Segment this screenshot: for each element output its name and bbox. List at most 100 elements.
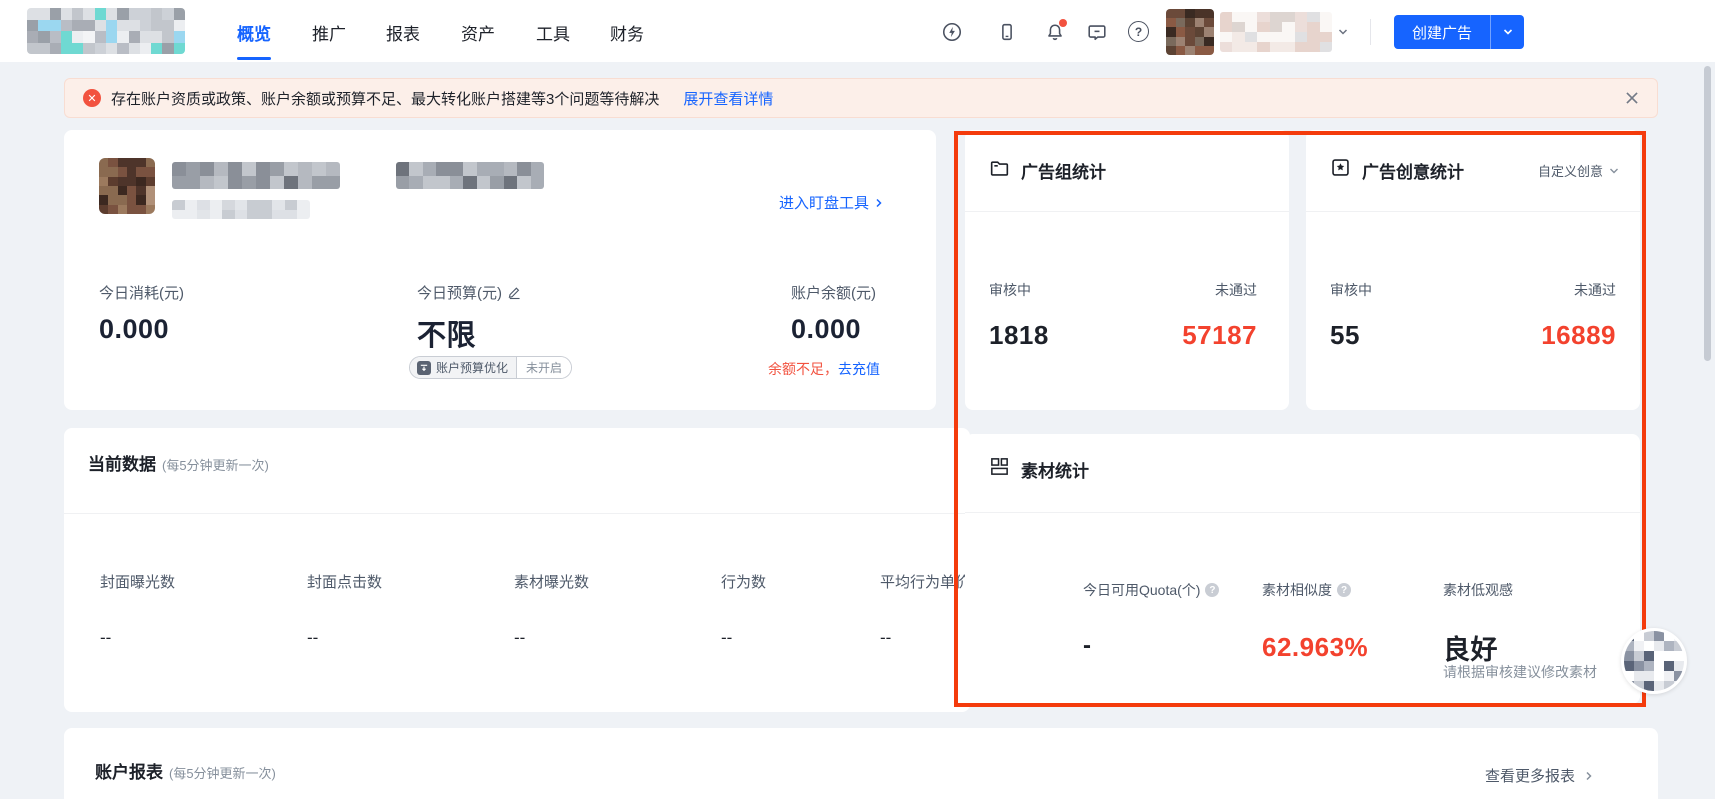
create-ad-dropdown-icon[interactable]: [1490, 15, 1524, 49]
brand-logo: [27, 8, 185, 54]
create-ad-button[interactable]: 创建广告: [1394, 15, 1524, 49]
account-chevron-down-icon[interactable]: [1337, 26, 1359, 48]
account-name-blurred: [172, 162, 340, 189]
folder-icon: [989, 158, 1010, 179]
creative-rejected-label: 未通过: [1574, 282, 1616, 298]
ad-group-reviewing-label: 审核中: [989, 282, 1031, 298]
account-report-subtitle: (每5分钟更新一次): [169, 766, 276, 781]
recharge-link[interactable]: 去充值: [838, 361, 880, 377]
ad-group-divider: [965, 211, 1289, 212]
edit-budget-icon[interactable]: [507, 285, 522, 300]
val-cover-clicks: --: [307, 628, 319, 647]
notification-bell-icon[interactable]: [1044, 19, 1067, 43]
val-avg-action-price: --: [880, 628, 892, 647]
current-data-divider: [64, 513, 970, 514]
create-ad-label[interactable]: 创建广告: [1394, 15, 1490, 49]
col-cover-impressions: 封面曝光数: [100, 574, 176, 591]
val-cover-impressions: --: [100, 628, 112, 647]
similarity-value: 62.963%: [1262, 632, 1369, 662]
more-reports-label: 查看更多报表: [1484, 768, 1575, 785]
creative-type-selected: 自定义创意: [1537, 164, 1603, 179]
col-cover-clicks: 封面点击数: [307, 574, 383, 591]
creative-reviewing-label: 审核中: [1330, 282, 1372, 298]
account-report-title: 账户报表: [95, 763, 163, 782]
material-grid-icon: [989, 456, 1010, 477]
budget-optimize-label: 账户预算优化: [436, 361, 509, 375]
account-avatar: [99, 158, 155, 214]
quota-label: 今日可用Quota(个) ?: [1083, 580, 1220, 600]
creative-rejected-value: 16889: [1541, 320, 1616, 350]
chevron-down-icon: [1610, 168, 1618, 173]
col-material-impressions: 素材曝光数: [514, 574, 590, 591]
chevron-right-icon: [876, 198, 882, 207]
current-data-subtitle: (每5分钟更新一次): [162, 458, 269, 473]
active-tab-underline: [237, 57, 271, 60]
low-quality-note: 请根据审核建议修改素材: [1443, 664, 1597, 680]
tab-assets[interactable]: 资产: [461, 20, 495, 45]
tab-tools[interactable]: 工具: [536, 20, 570, 45]
tab-promotion[interactable]: 推广: [312, 20, 346, 45]
account-meta-blurred: [172, 200, 310, 219]
more-reports-link[interactable]: 查看更多报表: [1485, 765, 1595, 786]
tab-overview[interactable]: 概览: [237, 20, 271, 45]
ad-group-rejected-label: 未通过: [1215, 282, 1257, 298]
alert-expand-link[interactable]: 展开查看详情: [683, 88, 773, 109]
error-circle-icon: ✕: [83, 89, 101, 107]
material-stats-title: 素材统计: [1021, 462, 1089, 481]
header-divider: [1370, 19, 1371, 45]
today-budget-value: 不限: [417, 320, 477, 352]
dashboard-screen: 概览 推广 报表 资产 工具 财务 ? 创建广告 ✕ 存在账户资质或政策、账户余…: [0, 0, 1715, 799]
user-name-blurred: [1220, 12, 1332, 52]
ad-group-stats-card: 广告组统计 审核中 未通过 1818 57187: [965, 130, 1289, 410]
alert-message: 存在账户资质或政策、账户余额或预算不足、最大转化账户搭建等3个问题等待解决: [111, 90, 660, 108]
ad-group-stats-title: 广告组统计: [1021, 163, 1106, 182]
user-avatar[interactable]: [1166, 9, 1214, 55]
balance-warning-text: 余额不足，: [768, 361, 838, 377]
material-divider: [965, 512, 1640, 513]
account-overview-card: 进入盯盘工具 今日消耗(元) 今日预算(元) 账户余额(元) 0.000 不限 …: [64, 130, 936, 410]
notification-dot: [1059, 19, 1067, 27]
val-actions: --: [721, 628, 733, 647]
alert-banner: ✕ 存在账户资质或政策、账户余额或预算不足、最大转化账户搭建等3个问题等待解决 …: [64, 78, 1658, 118]
similarity-label: 素材相似度 ?: [1262, 580, 1351, 600]
help-icon[interactable]: ?: [1128, 21, 1149, 42]
quota-label-text: 今日可用Quota(个): [1083, 582, 1201, 598]
current-data-card: 当前数据 (每5分钟更新一次) 封面曝光数 封面点击数 素材曝光数 行为数 平均…: [64, 428, 970, 712]
budget-optimize-status: 未开启: [516, 357, 572, 378]
feedback-chat-icon[interactable]: [1086, 21, 1108, 43]
vertical-scrollbar-thumb[interactable]: [1704, 66, 1711, 361]
col-avg-action-price: 平均行为单价: [880, 574, 971, 591]
today-budget-label: 今日预算(元): [417, 282, 522, 303]
creative-divider: [1306, 211, 1640, 212]
ad-group-rejected-value: 57187: [1182, 320, 1257, 350]
similarity-label-text: 素材相似度: [1262, 582, 1332, 598]
speed-mode-icon[interactable]: [941, 21, 963, 43]
account-id-blurred: [396, 162, 544, 189]
tab-reports[interactable]: 报表: [386, 20, 420, 45]
balance-label: 账户余额(元): [791, 285, 876, 302]
alert-close-icon[interactable]: [1623, 89, 1641, 107]
monitor-tool-label: 进入盯盘工具: [779, 195, 870, 212]
creative-badge-icon: [1330, 157, 1351, 178]
similarity-help-icon[interactable]: ?: [1337, 583, 1351, 597]
monitor-tool-link[interactable]: 进入盯盘工具: [779, 192, 885, 213]
low-quality-label: 素材低观感: [1443, 582, 1513, 598]
balance-value: 0.000: [791, 314, 862, 344]
budget-optimize-badge[interactable]: 账户预算优化 未开启: [409, 356, 573, 379]
account-report-card: 账户报表 (每5分钟更新一次) 查看更多报表: [64, 728, 1658, 799]
mobile-preview-icon[interactable]: [996, 21, 1018, 43]
current-data-title: 当前数据: [88, 455, 156, 474]
balance-warning: 余额不足，去充值: [768, 359, 880, 379]
chevron-right-icon: [1586, 771, 1592, 780]
budget-optimize-icon: [417, 360, 431, 375]
today-cost-label: 今日消耗(元): [99, 285, 184, 302]
today-cost-value: 0.000: [99, 314, 170, 344]
today-budget-label-text: 今日预算(元): [417, 285, 502, 302]
floating-widget-avatar[interactable]: [1621, 628, 1687, 694]
val-material-impressions: --: [514, 628, 526, 647]
col-actions: 行为数: [721, 574, 767, 591]
tab-finance[interactable]: 财务: [610, 20, 644, 45]
creative-type-dropdown[interactable]: 自定义创意: [1538, 161, 1620, 180]
quota-value: -: [1083, 632, 1092, 659]
quota-help-icon[interactable]: ?: [1205, 583, 1220, 597]
